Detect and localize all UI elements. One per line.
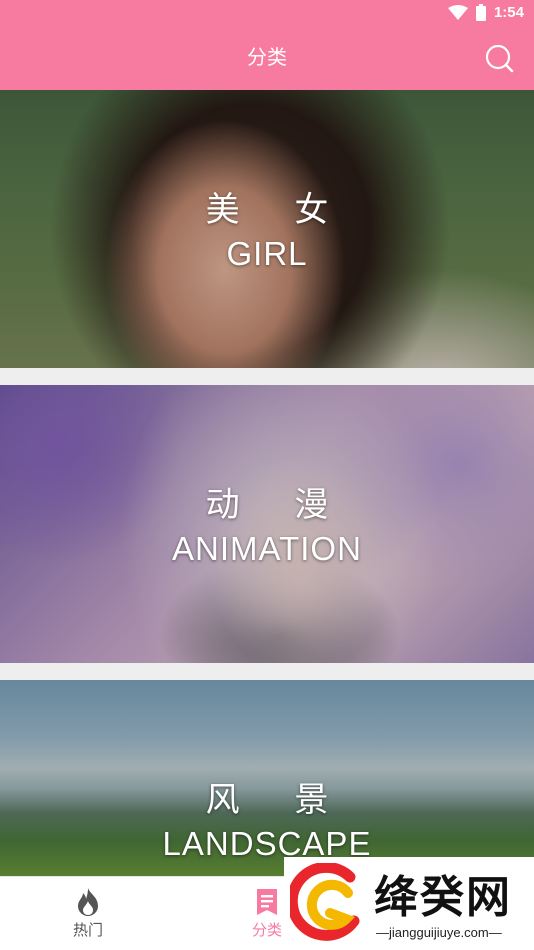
category-title-cn: 风 景: [205, 780, 351, 820]
tab-hot-label: 热门: [72, 921, 103, 939]
category-title-cn: 动 漫: [205, 485, 351, 525]
wifi-icon: [447, 4, 468, 20]
category-card-girl[interactable]: 美 女 GIRL: [0, 90, 534, 368]
search-button[interactable]: [484, 43, 514, 73]
page-title: 分类: [247, 45, 287, 69]
category-title-cn: 美 女: [205, 190, 351, 230]
category-caption: 风 景 LANDSCAPE: [0, 772, 534, 863]
status-bar: 1:54: [0, 0, 534, 28]
app-bar: 分类: [0, 28, 534, 90]
category-title-en: ANIMATION: [172, 530, 362, 567]
search-icon: [485, 44, 514, 73]
category-caption: 动 漫 ANIMATION: [0, 477, 534, 568]
category-card-landscape[interactable]: 风 景 LANDSCAPE: [0, 680, 534, 876]
flame-icon: [78, 888, 98, 916]
watermark-text: 绛癸网: [374, 872, 512, 923]
category-caption: 美 女 GIRL: [0, 182, 534, 273]
status-icons: 1:54: [447, 4, 524, 21]
battery-icon: [475, 4, 486, 21]
watermark: 绛癸网 —jiangguijiuye.com—: [284, 857, 534, 949]
watermark-url: —jiangguijiuye.com—: [376, 925, 502, 940]
category-card-animation[interactable]: 动 漫 ANIMATION: [0, 385, 534, 663]
status-time: 1:54: [493, 4, 524, 21]
tab-hot[interactable]: 热门: [38, 877, 138, 950]
category-title-en: GIRL: [226, 235, 308, 272]
category-list-icon: [257, 889, 277, 915]
watermark-logo-icon: [290, 863, 360, 941]
